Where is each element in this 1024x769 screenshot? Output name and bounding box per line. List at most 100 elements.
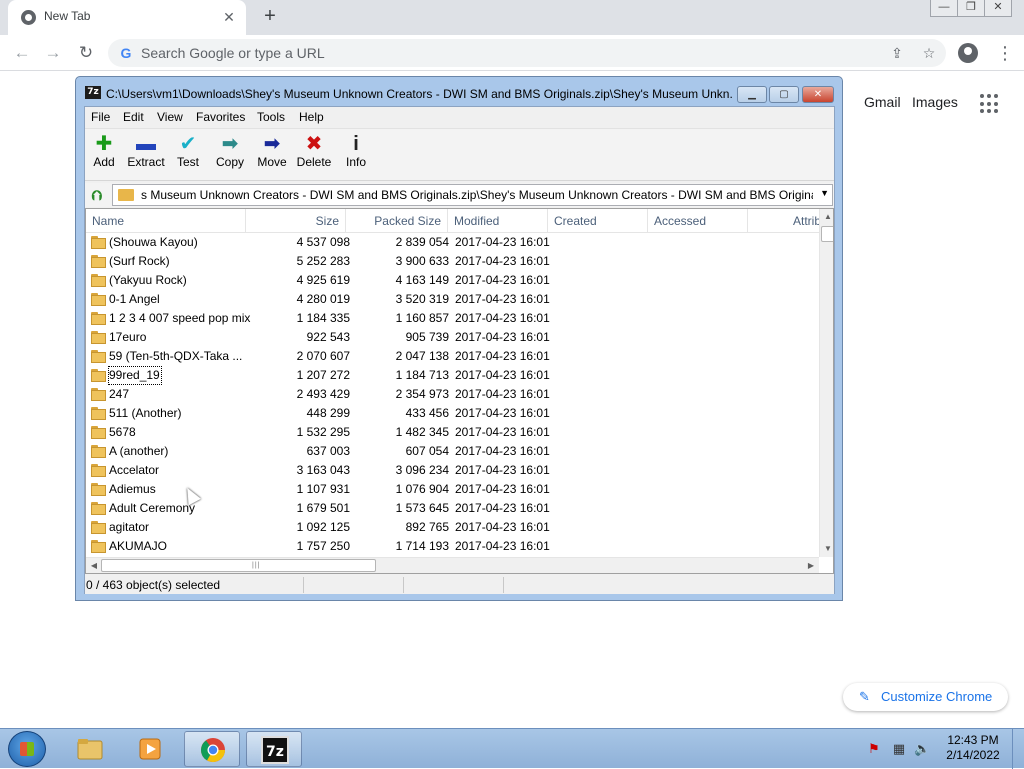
scroll-left-icon[interactable]: ◀ <box>86 558 102 573</box>
column-size[interactable]: Size <box>246 209 346 233</box>
tab-close-icon[interactable]: ✕ <box>220 8 238 26</box>
7zip-minimize-button[interactable]: ▁ <box>737 86 767 103</box>
taskbar-chrome[interactable] <box>184 731 240 767</box>
google-apps-icon[interactable] <box>980 94 1000 114</box>
restore-button[interactable]: ❐ <box>957 0 985 17</box>
images-link[interactable]: Images <box>912 94 958 110</box>
table-row[interactable]: 511 (Another) 448 299 433 456 2017-04-23 16… <box>86 404 819 423</box>
row-modified: 2017-04-23 16:01 <box>455 387 550 401</box>
horizontal-scrollbar[interactable]: ◀ ||| ▶ <box>86 557 819 573</box>
chevron-down-icon[interactable]: ▼ <box>820 188 829 198</box>
menu-view[interactable]: View <box>157 110 183 124</box>
column-accessed[interactable]: Accessed <box>648 209 748 233</box>
volume-icon[interactable]: 🔈 <box>914 741 930 757</box>
start-button[interactable] <box>8 731 46 767</box>
file-list[interactable]: Name Size Packed Size Modified Created A… <box>85 208 834 574</box>
address-input[interactable] <box>141 43 881 63</box>
chrome-favicon-icon <box>21 10 36 25</box>
menu-edit[interactable]: Edit <box>123 110 144 124</box>
table-row[interactable]: 5678 1 532 295 1 482 345 2017-04-23 16:01 <box>86 423 819 442</box>
7zip-titlebar[interactable]: 7z C:\Users\vm1\Downloads\Shey's Museum … <box>76 77 842 106</box>
row-size: 448 299 <box>306 406 350 420</box>
taskbar-7zip[interactable]: 7z <box>246 731 302 767</box>
extract-button[interactable]: ▬ Extract <box>125 131 167 179</box>
network-icon[interactable]: ▦ <box>891 741 907 757</box>
table-row[interactable]: (Surf Rock) 5 252 283 3 900 633 2017-04-23 … <box>86 252 819 271</box>
move-button[interactable]: ➡ Move <box>251 131 293 179</box>
column-attrib[interactable]: Attrib <box>748 209 828 233</box>
table-row[interactable]: 0-1 Angel 4 280 019 3 520 319 2017-04-23 16… <box>86 290 819 309</box>
bookmark-star-icon[interactable]: ☆ <box>920 44 938 62</box>
7zip-toolbar: ✚ Add ▬ Extract ✔ Test ➡ Copy ➡ Move ✖ D… <box>85 128 834 181</box>
row-packed-size: 1 076 904 <box>395 482 449 496</box>
vertical-scrollbar[interactable]: ▲ ▼ <box>819 209 833 557</box>
table-row[interactable]: (Shouwa Kayou) 4 537 098 2 839 054 2017-04-… <box>86 233 819 252</box>
customize-chrome-label: Customize Chrome <box>881 689 993 704</box>
row-size: 2 070 607 <box>296 349 350 363</box>
table-row[interactable]: A (another) 637 003 607 054 2017-04-23 16:0… <box>86 442 819 461</box>
scroll-down-icon[interactable]: ▼ <box>820 541 833 557</box>
menu-favorites[interactable]: Favorites <box>196 110 245 124</box>
column-created[interactable]: Created <box>548 209 648 233</box>
taskbar-explorer[interactable] <box>62 731 118 767</box>
column-packed-size[interactable]: Packed Size <box>346 209 448 233</box>
menu-tools[interactable]: Tools <box>257 110 285 124</box>
test-button[interactable]: ✔ Test <box>167 131 209 179</box>
reload-button[interactable]: ↻ <box>74 41 98 65</box>
menu-help[interactable]: Help <box>299 110 324 124</box>
folder-icon <box>91 255 106 268</box>
table-row[interactable]: AKUMAJO 1 757 250 1 714 193 2017-04-23 16:0… <box>86 537 819 556</box>
column-modified[interactable]: Modified <box>448 209 548 233</box>
table-row[interactable]: Adult Ceremony 1 679 501 1 573 645 2017-04-… <box>86 499 819 518</box>
table-row[interactable]: Accelator 3 163 043 3 096 234 2017-04-23 16… <box>86 461 819 480</box>
show-desktop-button[interactable] <box>1012 729 1024 769</box>
back-button[interactable]: ← <box>10 41 34 65</box>
add-button[interactable]: ✚ Add <box>83 131 125 179</box>
menu-file[interactable]: File <box>91 110 110 124</box>
row-name: Adult Ceremony <box>109 501 196 515</box>
close-window-button[interactable]: ✕ <box>984 0 1012 17</box>
row-packed-size: 433 456 <box>405 406 449 420</box>
row-name: 5678 <box>109 425 136 439</box>
row-size: 1 107 931 <box>296 482 350 496</box>
profile-avatar-icon[interactable] <box>958 43 978 63</box>
7zip-close-button[interactable]: ✕ <box>802 86 834 103</box>
horizontal-scroll-thumb[interactable]: ||| <box>101 559 376 572</box>
table-row[interactable]: 59 (Ten-5th-QDX-Taka ... 2 070 607 2 047 1… <box>86 347 819 366</box>
path-field[interactable]: s Museum Unknown Creators - DWI SM and B… <box>112 184 833 206</box>
row-modified: 2017-04-23 16:01 <box>455 330 550 344</box>
7zip-maximize-button[interactable]: ▢ <box>769 86 799 103</box>
table-row[interactable]: (Yakyuu Rock) 4 925 619 4 163 149 2017-04-2… <box>86 271 819 290</box>
minimize-button[interactable]: — <box>930 0 958 17</box>
action-center-icon[interactable]: ⚑ <box>866 741 882 757</box>
table-row[interactable]: agitator 1 092 125 892 765 2017-04-23 16:01 <box>86 518 819 537</box>
tab-new-tab[interactable]: New Tab ✕ <box>8 0 246 35</box>
up-folder-icon[interactable]: ⮉ <box>88 186 106 204</box>
info-button[interactable]: i Info <box>335 131 377 179</box>
scroll-up-icon[interactable]: ▲ <box>820 209 833 225</box>
new-tab-button[interactable]: + <box>258 5 282 29</box>
system-clock[interactable]: 12:43 PM 2/14/2022 <box>938 733 1008 763</box>
row-name: Adiemus <box>109 482 156 496</box>
table-row[interactable]: 17euro 922 543 905 739 2017-04-23 16:01 <box>86 328 819 347</box>
gmail-link[interactable]: Gmail <box>864 94 901 110</box>
delete-label: Delete <box>296 155 332 169</box>
delete-button[interactable]: ✖ Delete <box>293 131 335 179</box>
media-player-icon <box>139 738 161 760</box>
share-icon[interactable]: ⇪ <box>888 44 906 62</box>
column-name[interactable]: Name <box>86 209 246 233</box>
row-name: (Shouwa Kayou) <box>109 235 198 249</box>
folder-icon <box>91 274 106 287</box>
omnibox[interactable]: G ⇪ ☆ <box>108 39 946 67</box>
customize-chrome-button[interactable]: ✎ Customize Chrome <box>843 683 1008 711</box>
taskbar-media-player[interactable] <box>122 731 178 767</box>
table-row[interactable]: 99red_19 1 207 272 1 184 713 2017-04-23 16:… <box>86 366 819 385</box>
scroll-right-icon[interactable]: ▶ <box>803 558 819 573</box>
forward-button[interactable]: → <box>41 41 65 65</box>
7zip-client-area: File Edit View Favorites Tools Help ✚ Ad… <box>84 106 835 594</box>
table-row[interactable]: 247 2 493 429 2 354 973 2017-04-23 16:01 <box>86 385 819 404</box>
vertical-scroll-thumb[interactable] <box>821 226 833 242</box>
table-row[interactable]: 1 2 3 4 007 speed pop mix 1 184 335 1 160 … <box>86 309 819 328</box>
copy-button[interactable]: ➡ Copy <box>209 131 251 179</box>
chrome-menu-icon[interactable]: ⋮ <box>996 41 1014 65</box>
